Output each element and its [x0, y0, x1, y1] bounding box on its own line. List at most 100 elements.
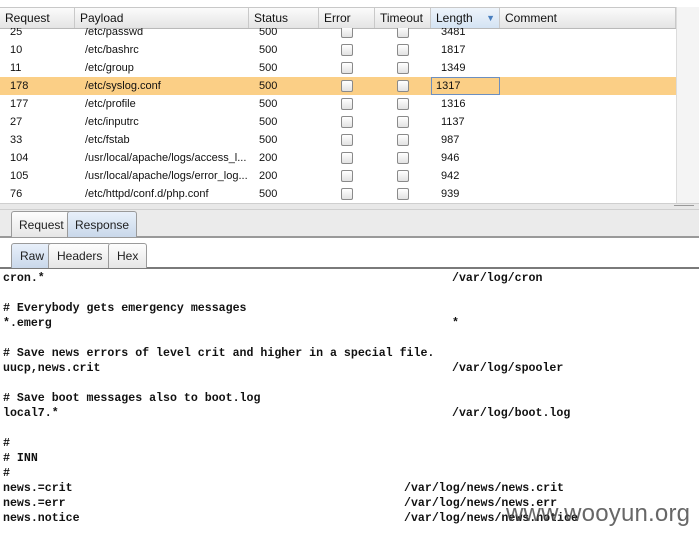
results-table: Request Payload Status Error Timeout Len…	[0, 0, 699, 203]
message-tabs: Request Response	[0, 210, 699, 238]
cell-request: 178	[10, 80, 29, 92]
cell-request: 177	[10, 98, 29, 110]
cell-timeout[interactable]	[375, 59, 431, 77]
checkbox-icon[interactable]	[341, 116, 353, 128]
cell-length: 1817	[441, 44, 466, 56]
checkbox-icon[interactable]	[341, 28, 353, 38]
cell-length: 1316	[441, 98, 466, 110]
table-scrollbar[interactable]	[676, 7, 699, 203]
checkbox-icon[interactable]	[397, 80, 409, 92]
response-line: news.=crit	[3, 482, 73, 495]
cell-request: 10	[10, 44, 23, 56]
column-header-label: Payload	[80, 11, 124, 25]
column-header-payload[interactable]: Payload	[75, 8, 249, 28]
column-header-error[interactable]: Error	[319, 8, 375, 28]
checkbox-icon[interactable]	[397, 170, 409, 182]
table-header: Request Payload Status Error Timeout Len…	[0, 7, 676, 29]
checkbox-icon[interactable]	[341, 98, 353, 110]
cell-comment	[500, 131, 676, 149]
table-row[interactable]: 10/etc/bashrc 500 1817	[0, 41, 676, 59]
table-row[interactable]: 76/etc/httpd/conf.d/php.conf 500 939	[0, 185, 676, 203]
cell-payload: /usr/local/apache/logs/error_log...	[85, 170, 248, 182]
checkbox-icon[interactable]	[341, 44, 353, 56]
table-row[interactable]: 105/usr/local/apache/logs/error_log... 20…	[0, 167, 676, 185]
checkbox-icon[interactable]	[397, 116, 409, 128]
cell-timeout[interactable]	[375, 167, 431, 185]
checkbox-icon[interactable]	[397, 98, 409, 110]
response-line: #	[3, 467, 10, 480]
checkbox-icon[interactable]	[341, 80, 353, 92]
checkbox-icon[interactable]	[397, 134, 409, 146]
table-row[interactable]: 27/etc/inputrc 500 1137	[0, 113, 676, 131]
splitter-grip-icon[interactable]	[674, 205, 694, 209]
cell-timeout[interactable]	[375, 41, 431, 59]
column-header-label: Status	[254, 11, 289, 25]
cell-timeout[interactable]	[375, 185, 431, 203]
checkbox-icon[interactable]	[397, 44, 409, 56]
cell-error[interactable]	[319, 131, 375, 149]
column-header-label: Length	[436, 11, 473, 25]
cell-timeout[interactable]	[375, 77, 431, 95]
checkbox-icon[interactable]	[397, 152, 409, 164]
cell-length: 942	[441, 170, 460, 182]
checkbox-icon[interactable]	[341, 62, 353, 74]
column-header-comment[interactable]: Comment	[500, 8, 676, 28]
cell-request: 76	[10, 188, 23, 200]
cell-payload: /etc/syslog.conf	[85, 80, 161, 92]
column-header-timeout[interactable]: Timeout	[375, 8, 431, 28]
cell-error[interactable]	[319, 95, 375, 113]
response-line-value: /var/log/news/news.crit	[404, 482, 565, 495]
pane-splitter[interactable]	[0, 203, 699, 210]
column-header-label: Timeout	[380, 11, 423, 25]
table-row[interactable]: 33/etc/fstab 500 987	[0, 131, 676, 149]
cell-error[interactable]	[319, 41, 375, 59]
cell-request: 33	[10, 134, 23, 146]
checkbox-icon[interactable]	[341, 134, 353, 146]
cell-length: 987	[441, 134, 460, 146]
cell-error[interactable]	[319, 185, 375, 203]
tab-raw[interactable]: Raw	[11, 243, 54, 268]
cell-length: 939	[441, 188, 460, 200]
checkbox-icon[interactable]	[397, 62, 409, 74]
table-row[interactable]: 25/etc/passwd 500 3481	[0, 28, 676, 41]
cell-payload: /etc/passwd	[85, 28, 144, 38]
table-row[interactable]: 104/usr/local/apache/logs/access_l... 200…	[0, 149, 676, 167]
cell-status: 500	[259, 98, 278, 110]
cell-timeout[interactable]	[375, 113, 431, 131]
cell-error[interactable]	[319, 113, 375, 131]
cell-timeout[interactable]	[375, 28, 431, 41]
tab-response[interactable]: Response	[67, 211, 138, 237]
cell-timeout[interactable]	[375, 95, 431, 113]
table-row-selected[interactable]: 178/etc/syslog.conf 500 1317	[0, 77, 676, 95]
response-line: news.=err	[3, 497, 66, 510]
checkbox-icon[interactable]	[341, 170, 353, 182]
tab-hex[interactable]: Hex	[108, 243, 148, 268]
cell-comment	[500, 59, 676, 77]
cell-error[interactable]	[319, 28, 375, 41]
column-header-length[interactable]: Length ▼	[431, 8, 500, 28]
cell-timeout[interactable]	[375, 149, 431, 167]
cell-error[interactable]	[319, 59, 375, 77]
cell-status: 500	[259, 44, 278, 56]
view-tabs: Raw Headers Hex	[0, 240, 699, 269]
tab-request[interactable]: Request	[11, 211, 72, 237]
table-row[interactable]: 11/etc/group 500 1349	[0, 59, 676, 77]
table-row[interactable]: 177/etc/profile 500 1316	[0, 95, 676, 113]
cell-status: 200	[259, 152, 278, 164]
cell-error[interactable]	[319, 167, 375, 185]
cell-payload: /etc/inputrc	[85, 116, 139, 128]
cell-error[interactable]	[319, 77, 375, 95]
tab-headers[interactable]: Headers	[48, 243, 112, 268]
checkbox-icon[interactable]	[397, 28, 409, 38]
cell-status: 500	[259, 28, 278, 38]
checkbox-icon[interactable]	[341, 152, 353, 164]
cell-error[interactable]	[319, 149, 375, 167]
response-line: # Save news errors of level crit and hig…	[3, 347, 435, 360]
checkbox-icon[interactable]	[341, 188, 353, 200]
column-header-status[interactable]: Status	[249, 8, 319, 28]
checkbox-icon[interactable]	[397, 188, 409, 200]
column-header-request[interactable]: Request	[0, 8, 75, 28]
cell-timeout[interactable]	[375, 131, 431, 149]
column-header-label: Comment	[505, 11, 558, 25]
cell-payload: /etc/httpd/conf.d/php.conf	[85, 188, 209, 200]
